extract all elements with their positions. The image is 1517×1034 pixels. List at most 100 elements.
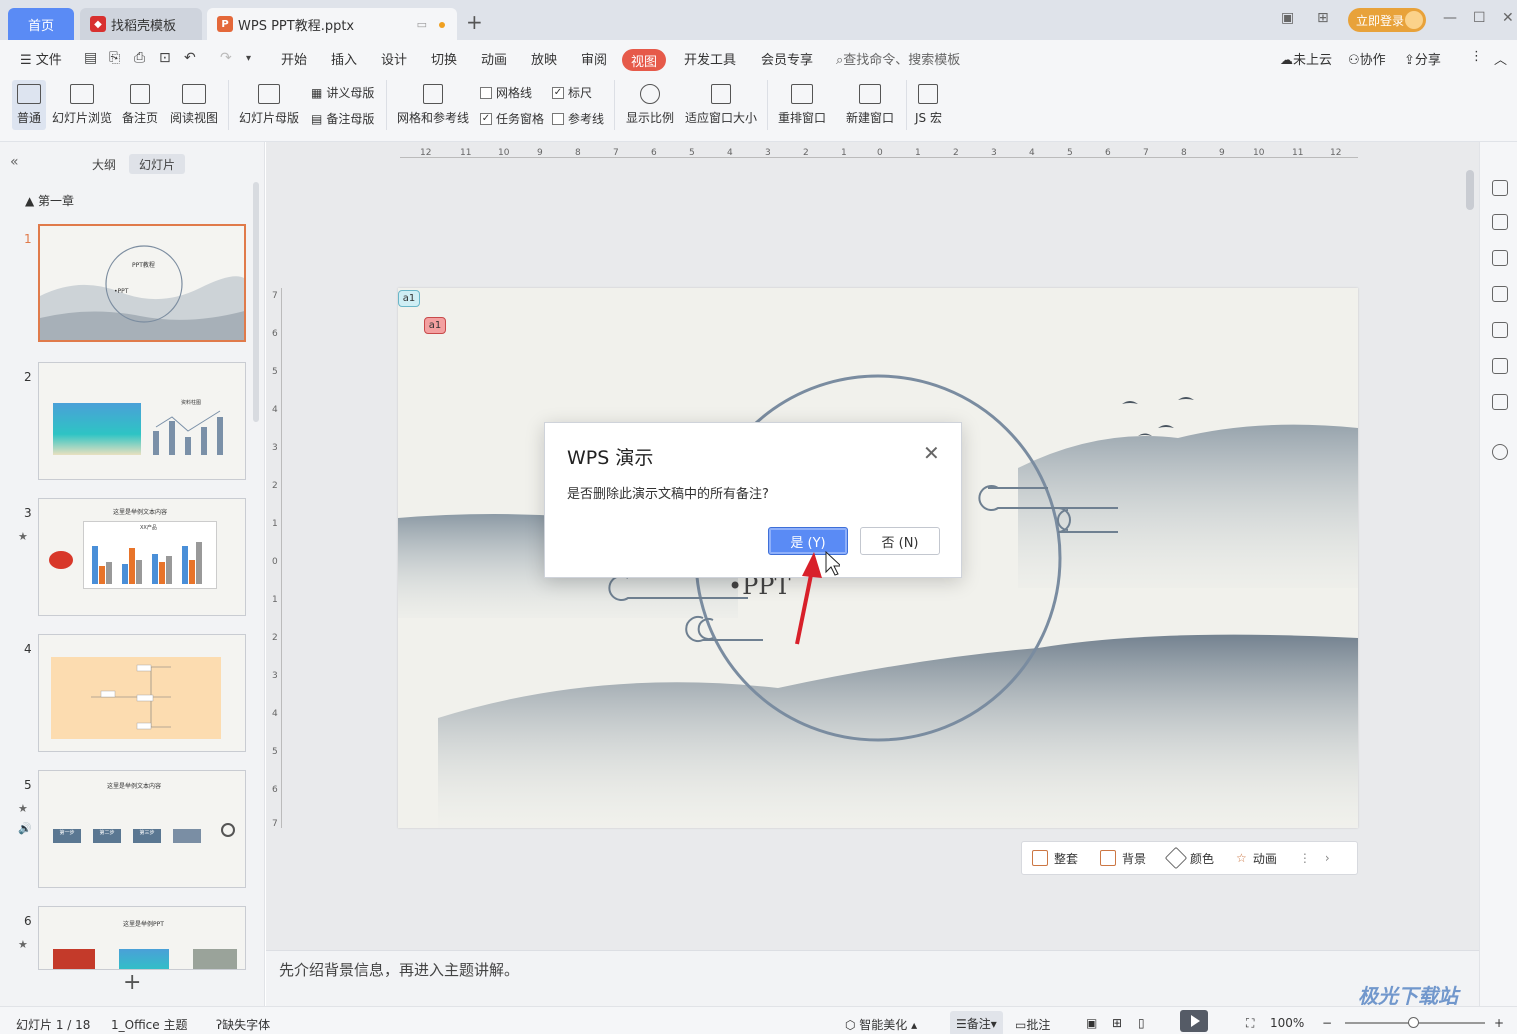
grid-guides-button[interactable]: 网格和参考线 <box>397 84 469 126</box>
command-search[interactable]: ⌕查找命令、搜索模板 <box>836 49 960 68</box>
new-tab-button[interactable]: + <box>466 12 483 32</box>
slide-thumbnail[interactable]: 这里是举例文本内容 第一步 第二步 第三步 <box>38 770 246 888</box>
export-icon[interactable]: ⎘ <box>109 50 120 66</box>
dialog-close-icon[interactable]: ✕ <box>923 443 940 463</box>
print-preview-icon[interactable]: ⊡ <box>159 50 171 66</box>
tab-slides[interactable]: 幻灯片 <box>129 154 185 174</box>
image-icon[interactable] <box>1492 322 1508 338</box>
section-title[interactable]: ▲ 第一章 <box>25 192 74 209</box>
panel-scrollbar[interactable] <box>253 182 259 422</box>
rocket-icon[interactable] <box>1492 180 1508 196</box>
ruler-checkbox[interactable]: ✓ 标尺 <box>552 84 592 101</box>
zoom-level[interactable]: 100% <box>1270 1016 1304 1030</box>
login-button[interactable]: 立即登录 <box>1348 8 1426 32</box>
gridlines-checkbox[interactable]: 网格线 <box>480 84 532 101</box>
suite-button[interactable]: 整套 <box>1032 850 1078 867</box>
theme-name[interactable]: 1_Office 主题 <box>111 1016 187 1033</box>
quick-access-more-icon[interactable]: ▾ <box>246 53 251 64</box>
fit-screen-icon[interactable]: ⛶ <box>1246 1016 1254 1031</box>
slide-thumbnail[interactable] <box>38 634 246 752</box>
zoom-slider-handle[interactable] <box>1408 1017 1419 1028</box>
menu-animation[interactable]: 动画 <box>481 49 507 68</box>
smart-beautify-button[interactable]: ⬡ 智能美化 ▴ <box>845 1016 917 1033</box>
notes-text[interactable]: 先介绍背景信息，再进入主题讲解。 <box>279 959 519 980</box>
browse-view-status-icon[interactable]: ⊞ <box>1112 1016 1122 1030</box>
play-slideshow-button[interactable] <box>1180 1010 1208 1032</box>
minimize-button[interactable]: — <box>1443 10 1457 26</box>
tab-home[interactable]: 首页 <box>8 8 74 40</box>
guides-checkbox[interactable]: 参考线 <box>552 110 604 127</box>
menu-review[interactable]: 审阅 <box>581 49 607 68</box>
settings-sliders-icon[interactable] <box>1492 214 1508 230</box>
reading-view-status-icon[interactable]: ▯ <box>1138 1016 1145 1030</box>
menu-insert[interactable]: 插入 <box>331 49 357 68</box>
more-menu-icon[interactable]: ⋮ <box>1470 49 1483 64</box>
comments-toggle-button[interactable]: ▭批注 <box>1015 1016 1050 1033</box>
cloud-status[interactable]: ☁未上云 <box>1280 49 1332 68</box>
menu-member[interactable]: 会员专享 <box>761 49 813 68</box>
slide-browse-button[interactable]: 幻灯片浏览 <box>52 84 112 126</box>
js-macro-button[interactable]: JS 宏 <box>915 84 942 126</box>
collapse-ribbon-icon[interactable]: ︿ <box>1494 49 1507 68</box>
animation-button[interactable]: ☆ 动画 <box>1236 850 1277 867</box>
handout-master-button[interactable]: ▦ 讲义母版 <box>311 84 374 101</box>
share-button[interactable]: ⇪分享 <box>1404 49 1441 68</box>
vertical-ruler[interactable]: 7 6 5 4 3 2 1 0 1 2 3 4 5 6 7 <box>270 288 282 828</box>
menu-developer[interactable]: 开发工具 <box>684 49 736 68</box>
zoom-in-button[interactable]: + <box>1494 1016 1504 1030</box>
normal-view-button[interactable]: 普通 <box>12 80 46 130</box>
menu-view[interactable]: 视图 <box>622 49 666 71</box>
help-icon[interactable] <box>1492 444 1508 460</box>
new-window-button[interactable]: 新建窗口 <box>846 84 894 126</box>
menu-design[interactable]: 设计 <box>381 49 407 68</box>
zoom-button[interactable]: 显示比例 <box>626 84 674 126</box>
menu-transition[interactable]: 切换 <box>431 49 457 68</box>
reading-view-button[interactable]: 阅读视图 <box>170 84 218 126</box>
normal-view-status-icon[interactable]: ▣ <box>1086 1016 1097 1030</box>
comment-marker[interactable]: a1 <box>398 290 420 307</box>
undo-icon[interactable]: ↶ <box>184 50 196 66</box>
notes-toggle-button[interactable]: ☰备注▾ <box>950 1011 1003 1034</box>
fit-window-button[interactable]: 适应窗口大小 <box>685 84 757 126</box>
background-button[interactable]: 背景 <box>1100 850 1146 867</box>
slide-thumbnail[interactable]: 这里是举例PPT <box>38 906 246 970</box>
notes-pane[interactable]: 先介绍背景信息，再进入主题讲解。 <box>266 950 1479 1006</box>
slide-thumbnail[interactable]: 资料柱图 <box>38 362 246 480</box>
menu-slideshow[interactable]: 放映 <box>531 49 557 68</box>
zoom-out-button[interactable]: − <box>1322 1016 1332 1030</box>
notes-page-button[interactable]: 备注页 <box>122 84 158 126</box>
slides-switch-icon[interactable] <box>1492 286 1508 302</box>
menu-start[interactable]: 开始 <box>281 49 307 68</box>
collapse-panel-icon[interactable]: « <box>10 154 19 170</box>
add-slide-button[interactable]: + <box>123 970 141 995</box>
file-menu[interactable]: ☰ 文件 <box>20 49 62 68</box>
save-icon[interactable]: ▤ <box>84 50 97 66</box>
close-window-button[interactable]: ✕ <box>1502 10 1514 26</box>
tab-outline[interactable]: 大纲 <box>84 154 124 174</box>
no-button[interactable]: 否 (N) <box>860 527 940 555</box>
maximize-button[interactable]: ☐ <box>1473 10 1486 26</box>
layout-icon[interactable]: ▣ <box>1281 10 1294 26</box>
apps-grid-icon[interactable]: ⊞ <box>1317 10 1329 26</box>
arrange-window-button[interactable]: 重排窗口 <box>778 84 826 126</box>
location-icon[interactable] <box>1492 358 1508 374</box>
more-tools-icon[interactable]: ⋮ <box>1299 851 1311 865</box>
book-search-icon[interactable] <box>1492 394 1508 410</box>
tab-template[interactable]: ◆ 找稻壳模板 <box>80 8 202 40</box>
missing-font-button[interactable]: ʔ缺失字体 <box>216 1016 270 1033</box>
slide-master-button[interactable]: 幻灯片母版 <box>239 84 299 126</box>
slide-thumbnail[interactable]: PPT教程 •PPT <box>38 224 246 342</box>
task-pane-checkbox[interactable]: ✓ 任务窗格 <box>480 110 544 127</box>
color-button[interactable]: 颜色 <box>1164 846 1214 870</box>
redo-icon[interactable]: ↷ <box>220 50 232 66</box>
canvas-scrollbar[interactable] <box>1464 142 1478 950</box>
collab-button[interactable]: ⚇协作 <box>1348 49 1386 68</box>
comment-marker[interactable]: a1 <box>424 317 446 334</box>
notes-master-button[interactable]: ▤ 备注母版 <box>311 110 374 127</box>
next-arrow-icon[interactable]: › <box>1325 851 1330 865</box>
star-icon[interactable] <box>1492 250 1508 266</box>
horizontal-ruler[interactable]: 12 11 10 9 8765 4321 0123 4567 8 9 10 11 12 <box>400 146 1358 158</box>
tab-document[interactable]: P WPS PPT教程.pptx ▭ <box>207 8 457 40</box>
print-icon[interactable]: ⎙ <box>134 50 145 66</box>
scroll-thumb[interactable] <box>1466 170 1474 210</box>
